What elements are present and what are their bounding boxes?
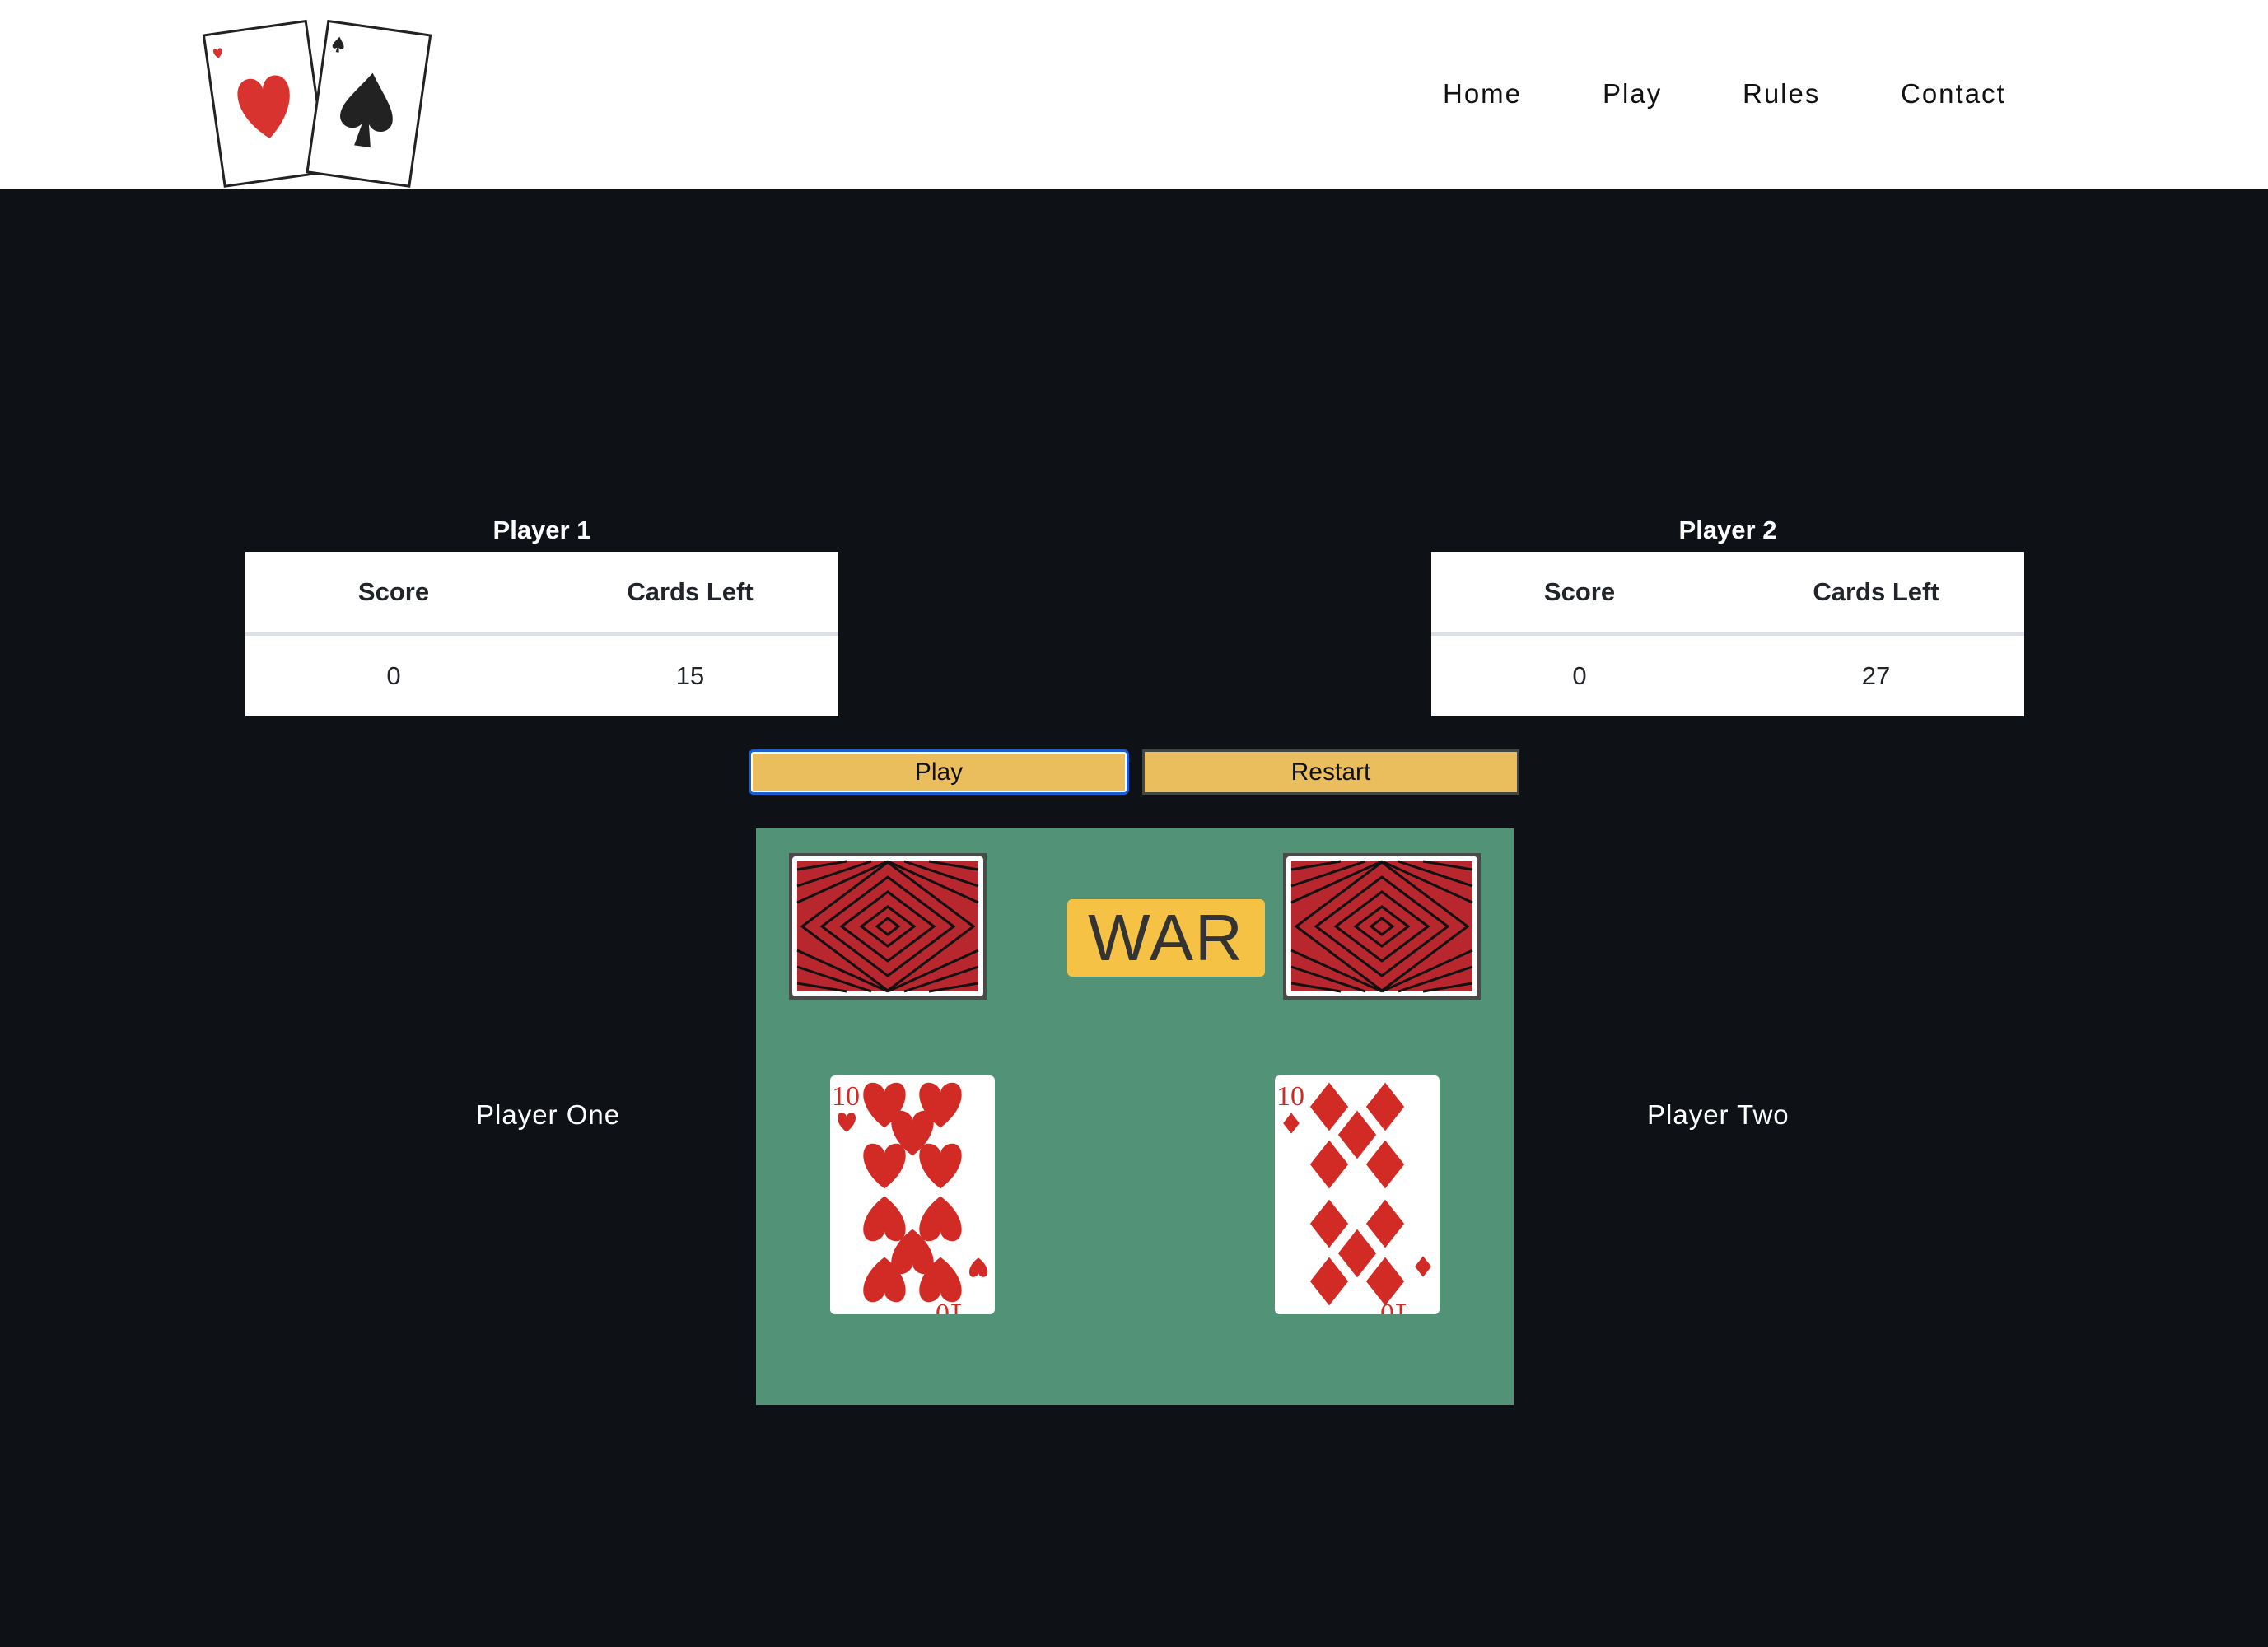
- score-header: Score: [1543, 577, 1616, 606]
- nav-home-link[interactable]: Home: [1443, 78, 1522, 110]
- player-2-caption: Player 2: [1678, 516, 1777, 544]
- player-1-score-table: Score Cards Left 0 15: [245, 552, 838, 716]
- restart-button[interactable]: Restart: [1142, 749, 1519, 795]
- card-back-icon: [1286, 856, 1477, 996]
- player-1-cards-left: 15: [675, 661, 705, 690]
- table-header-row: Score Cards Left: [245, 552, 838, 636]
- player-one-label: Player One: [476, 1099, 621, 1130]
- cards-left-header: Cards Left: [627, 577, 754, 606]
- ten-of-diamonds-icon: 10 10: [1276, 1081, 1431, 1314]
- svg-text:10: 10: [1380, 1298, 1408, 1314]
- table-row: 0 15: [245, 636, 838, 716]
- table-header-row: Score Cards Left: [1431, 552, 2024, 636]
- site-header: Home Play Rules Contact: [0, 0, 2268, 189]
- player-one-deck[interactable]: [789, 853, 987, 1000]
- svg-text:10: 10: [936, 1298, 964, 1314]
- player-2-cards-left: 27: [1861, 661, 1891, 690]
- nav-rules-link[interactable]: Rules: [1743, 78, 1820, 110]
- play-button[interactable]: Play: [749, 749, 1129, 795]
- svg-text:10: 10: [832, 1081, 860, 1112]
- nav-contact-link[interactable]: Contact: [1901, 78, 2006, 110]
- score-header: Score: [357, 577, 430, 606]
- nav-play-link[interactable]: Play: [1603, 78, 1662, 110]
- cards-left-header: Cards Left: [1813, 577, 1939, 606]
- player-1-score: 0: [386, 661, 401, 690]
- card-back-icon: [792, 856, 983, 996]
- ten-of-hearts-icon: 10 10: [832, 1081, 988, 1314]
- player-2-score-table: Score Cards Left 0 27: [1431, 552, 2024, 716]
- table-row: 0 27: [1431, 636, 2024, 716]
- player-one-card: 10 10: [830, 1075, 995, 1314]
- war-badge: WAR: [1067, 899, 1265, 977]
- player-2-score: 0: [1572, 661, 1587, 690]
- player-two-card: 10 10: [1275, 1075, 1440, 1314]
- svg-text:10: 10: [1276, 1081, 1304, 1112]
- player-two-label: Player Two: [1647, 1099, 1790, 1130]
- main-nav: Home Play Rules Contact: [0, 78, 2268, 111]
- player-1-caption: Player 1: [492, 516, 591, 544]
- player-two-deck[interactable]: [1283, 853, 1481, 1000]
